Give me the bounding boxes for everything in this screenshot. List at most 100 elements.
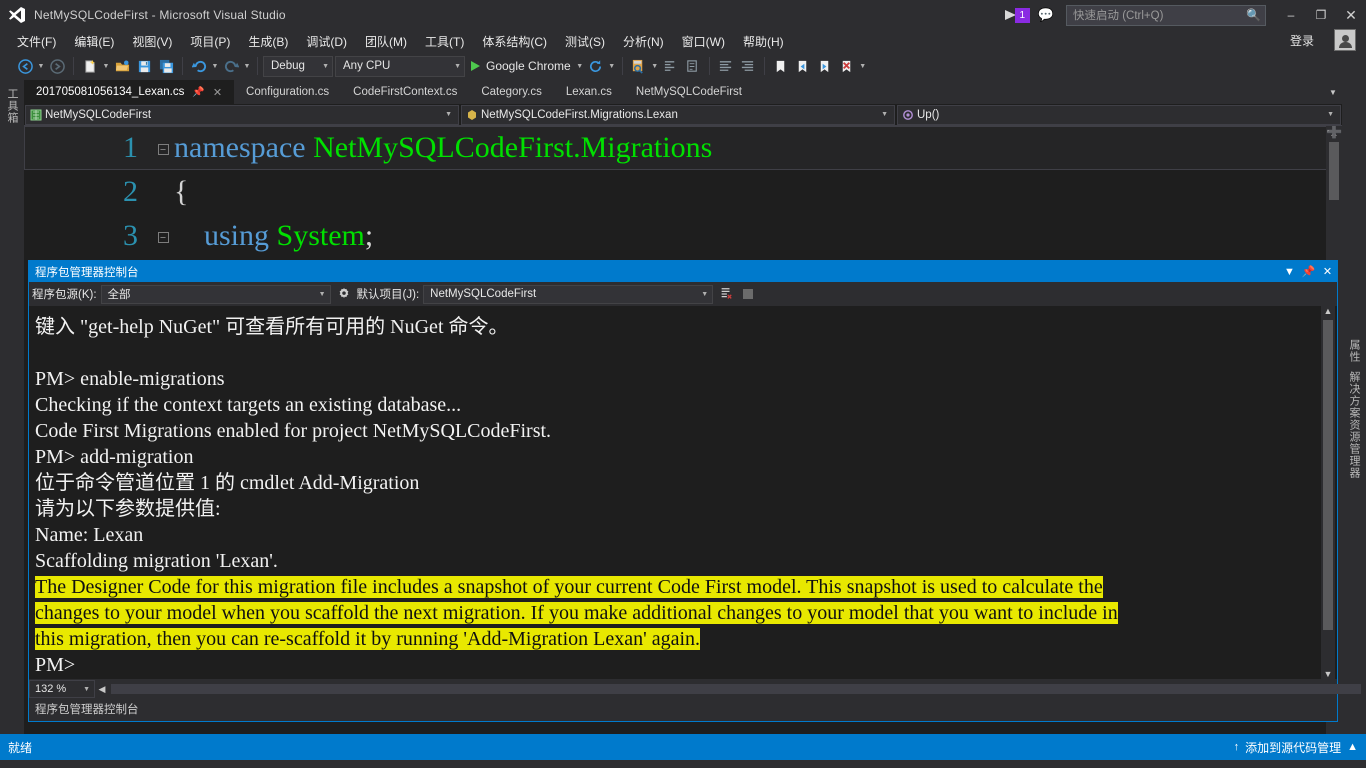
package-source-combo[interactable]: 全部 ▼ <box>100 284 331 304</box>
account-avatar-icon[interactable] <box>1334 29 1356 51</box>
doc-tab-configuration[interactable]: Configuration.cs <box>234 80 342 104</box>
navigate-back-caret-icon[interactable]: ▼ <box>36 55 46 77</box>
pin-icon[interactable]: 📌 <box>1299 261 1318 282</box>
clear-bookmarks-icon[interactable] <box>836 55 858 77</box>
chevron-down-icon[interactable]: ▼ <box>1280 261 1299 282</box>
feedback-flag-icon[interactable]: 1 <box>1004 7 1030 23</box>
scroll-left-arrow-icon[interactable]: ◀ <box>95 684 109 695</box>
save-all-icon[interactable] <box>155 55 177 77</box>
fold-toggle-icon[interactable]: – <box>152 214 174 258</box>
scrollbar-thumb[interactable] <box>1323 320 1333 630</box>
sidebar-item-properties[interactable]: 属性 <box>1345 335 1363 367</box>
scrollbar-thumb[interactable] <box>111 684 1361 694</box>
chevron-down-icon[interactable]: ▼ <box>697 291 712 298</box>
zoom-level-combo[interactable]: 132 % ▼ <box>29 680 95 698</box>
maximize-button[interactable]: ❐ <box>1306 2 1336 28</box>
new-project-caret-icon[interactable]: ▼ <box>101 55 111 77</box>
navbar-project-combo[interactable]: NetMySQLCodeFirst ▼ <box>25 104 459 125</box>
pin-icon[interactable]: 📌 <box>192 87 204 98</box>
code-line[interactable]: 3 – using System ; <box>24 214 1342 258</box>
redo-caret-icon[interactable]: ▼ <box>242 55 252 77</box>
find-in-files-icon[interactable] <box>628 55 650 77</box>
menu-item-project[interactable]: 项目(P) <box>181 31 239 52</box>
menu-item-help[interactable]: 帮助(H) <box>734 31 793 52</box>
previous-bookmark-icon[interactable] <box>792 55 814 77</box>
indent-icon[interactable] <box>660 55 682 77</box>
console-output[interactable]: 键入 "get-help NuGet" 可查看所有可用的 NuGet 命令。 P… <box>29 306 1337 679</box>
outdent-icon[interactable] <box>737 55 759 77</box>
refresh-caret-icon[interactable]: ▼ <box>607 55 617 77</box>
code-line[interactable]: 1 – namespace NetMySQLCodeFirst.Migratio… <box>24 126 1342 170</box>
chevron-down-icon[interactable]: ▼ <box>83 686 92 693</box>
menu-item-architecture[interactable]: 体系结构(C) <box>473 31 556 52</box>
menu-item-view[interactable]: 视图(V) <box>123 31 181 52</box>
chevron-up-icon[interactable]: ▲ <box>1347 741 1358 753</box>
close-tab-icon[interactable]: ✕ <box>213 86 222 99</box>
console-prompt[interactable]: PM> <box>35 652 1337 678</box>
comment-icon[interactable] <box>682 55 704 77</box>
menu-item-test[interactable]: 测试(S) <box>556 31 614 52</box>
default-project-combo[interactable]: NetMySQLCodeFirst ▼ <box>423 284 714 304</box>
menu-item-analyze[interactable]: 分析(N) <box>614 31 673 52</box>
scroll-up-arrow-icon[interactable]: ▲ <box>1321 306 1335 316</box>
sidebar-item-toolbox[interactable]: 工具箱 <box>3 84 21 128</box>
split-view-icon[interactable]: ➕ <box>1326 126 1342 139</box>
console-horizontal-scrollbar[interactable] <box>111 682 1361 696</box>
menu-item-tools[interactable]: 工具(T) <box>416 31 473 52</box>
fold-toggle-icon[interactable]: – <box>152 126 174 170</box>
search-icon[interactable]: 🔍 <box>1246 8 1261 22</box>
scrollbar-thumb[interactable] <box>1329 142 1339 200</box>
doc-tab-lexan[interactable]: Lexan.cs <box>553 80 624 104</box>
doc-tab-codefirstcontext[interactable]: CodeFirstContext.cs <box>341 80 470 104</box>
menu-item-team[interactable]: 团队(M) <box>356 31 416 52</box>
feedback-smiley-icon[interactable]: 💬 <box>1038 7 1054 23</box>
menu-item-build[interactable]: 生成(B) <box>239 31 297 52</box>
toolbar-overflow-icon[interactable]: ▼ <box>858 55 868 77</box>
chevron-down-icon[interactable]: ▼ <box>316 63 329 70</box>
doc-tab-migration-lexan[interactable]: 201705081056134_Lexan.cs 📌 ✕ <box>24 80 235 104</box>
save-icon[interactable] <box>133 55 155 77</box>
console-vertical-scrollbar[interactable]: ▲ ▼ <box>1321 306 1335 679</box>
stop-icon[interactable] <box>739 285 757 304</box>
quick-launch-input[interactable]: 快速启动 (Ctrl+Q) 🔍 <box>1066 4 1266 26</box>
navigate-forward-icon[interactable] <box>46 55 68 77</box>
sidebar-item-solution-explorer[interactable]: 解决方案资源管理器 <box>1345 367 1363 483</box>
undo-icon[interactable] <box>188 55 210 77</box>
refresh-icon[interactable] <box>585 55 607 77</box>
menu-item-window[interactable]: 窗口(W) <box>673 31 734 52</box>
align-icon[interactable] <box>715 55 737 77</box>
close-button[interactable]: ✕ <box>1336 2 1366 28</box>
gear-icon[interactable] <box>335 285 353 304</box>
console-title-bar[interactable]: 程序包管理器控制台 ▼ 📌 ✕ <box>29 261 1337 282</box>
minimize-button[interactable]: – <box>1276 2 1306 28</box>
redo-icon[interactable] <box>220 55 242 77</box>
close-icon[interactable]: ✕ <box>1318 261 1337 282</box>
solution-platform-combo[interactable]: Any CPU ▼ <box>335 55 465 77</box>
chevron-down-icon[interactable]: ▼ <box>1324 80 1342 104</box>
chevron-down-icon[interactable]: ▼ <box>1323 111 1338 118</box>
chevron-down-icon[interactable]: ▼ <box>448 63 461 70</box>
chevron-down-icon[interactable]: ▼ <box>441 111 456 118</box>
undo-caret-icon[interactable]: ▼ <box>210 55 220 77</box>
clear-console-icon[interactable] <box>717 285 735 304</box>
doc-tab-project[interactable]: NetMySQLCodeFirst <box>623 80 754 104</box>
navbar-type-combo[interactable]: NetMySQLCodeFirst.Migrations.Lexan ▼ <box>461 104 895 125</box>
upload-arrow-icon[interactable]: ↑ <box>1234 741 1240 753</box>
menu-item-debug[interactable]: 调试(D) <box>297 31 356 52</box>
chevron-down-icon[interactable]: ▼ <box>877 111 892 118</box>
menu-item-edit[interactable]: 编辑(E) <box>65 31 123 52</box>
find-caret-icon[interactable]: ▼ <box>650 55 660 77</box>
code-line[interactable]: 2 { <box>24 170 1342 214</box>
navbar-member-combo[interactable]: Up() ▼ <box>897 104 1341 125</box>
next-bookmark-icon[interactable] <box>814 55 836 77</box>
scroll-down-arrow-icon[interactable]: ▼ <box>1321 669 1335 679</box>
start-target-caret-icon[interactable]: ▼ <box>575 55 585 77</box>
sign-in-button[interactable]: 登录 <box>1284 30 1320 51</box>
navigate-back-icon[interactable] <box>14 55 36 77</box>
doc-tab-category[interactable]: Category.cs <box>469 80 554 104</box>
menu-item-file[interactable]: 文件(F) <box>8 31 65 52</box>
open-file-icon[interactable] <box>111 55 133 77</box>
chevron-down-icon[interactable]: ▼ <box>315 291 330 298</box>
bookmark-icon[interactable] <box>770 55 792 77</box>
add-to-source-control-button[interactable]: 添加到源代码管理 <box>1245 739 1341 756</box>
